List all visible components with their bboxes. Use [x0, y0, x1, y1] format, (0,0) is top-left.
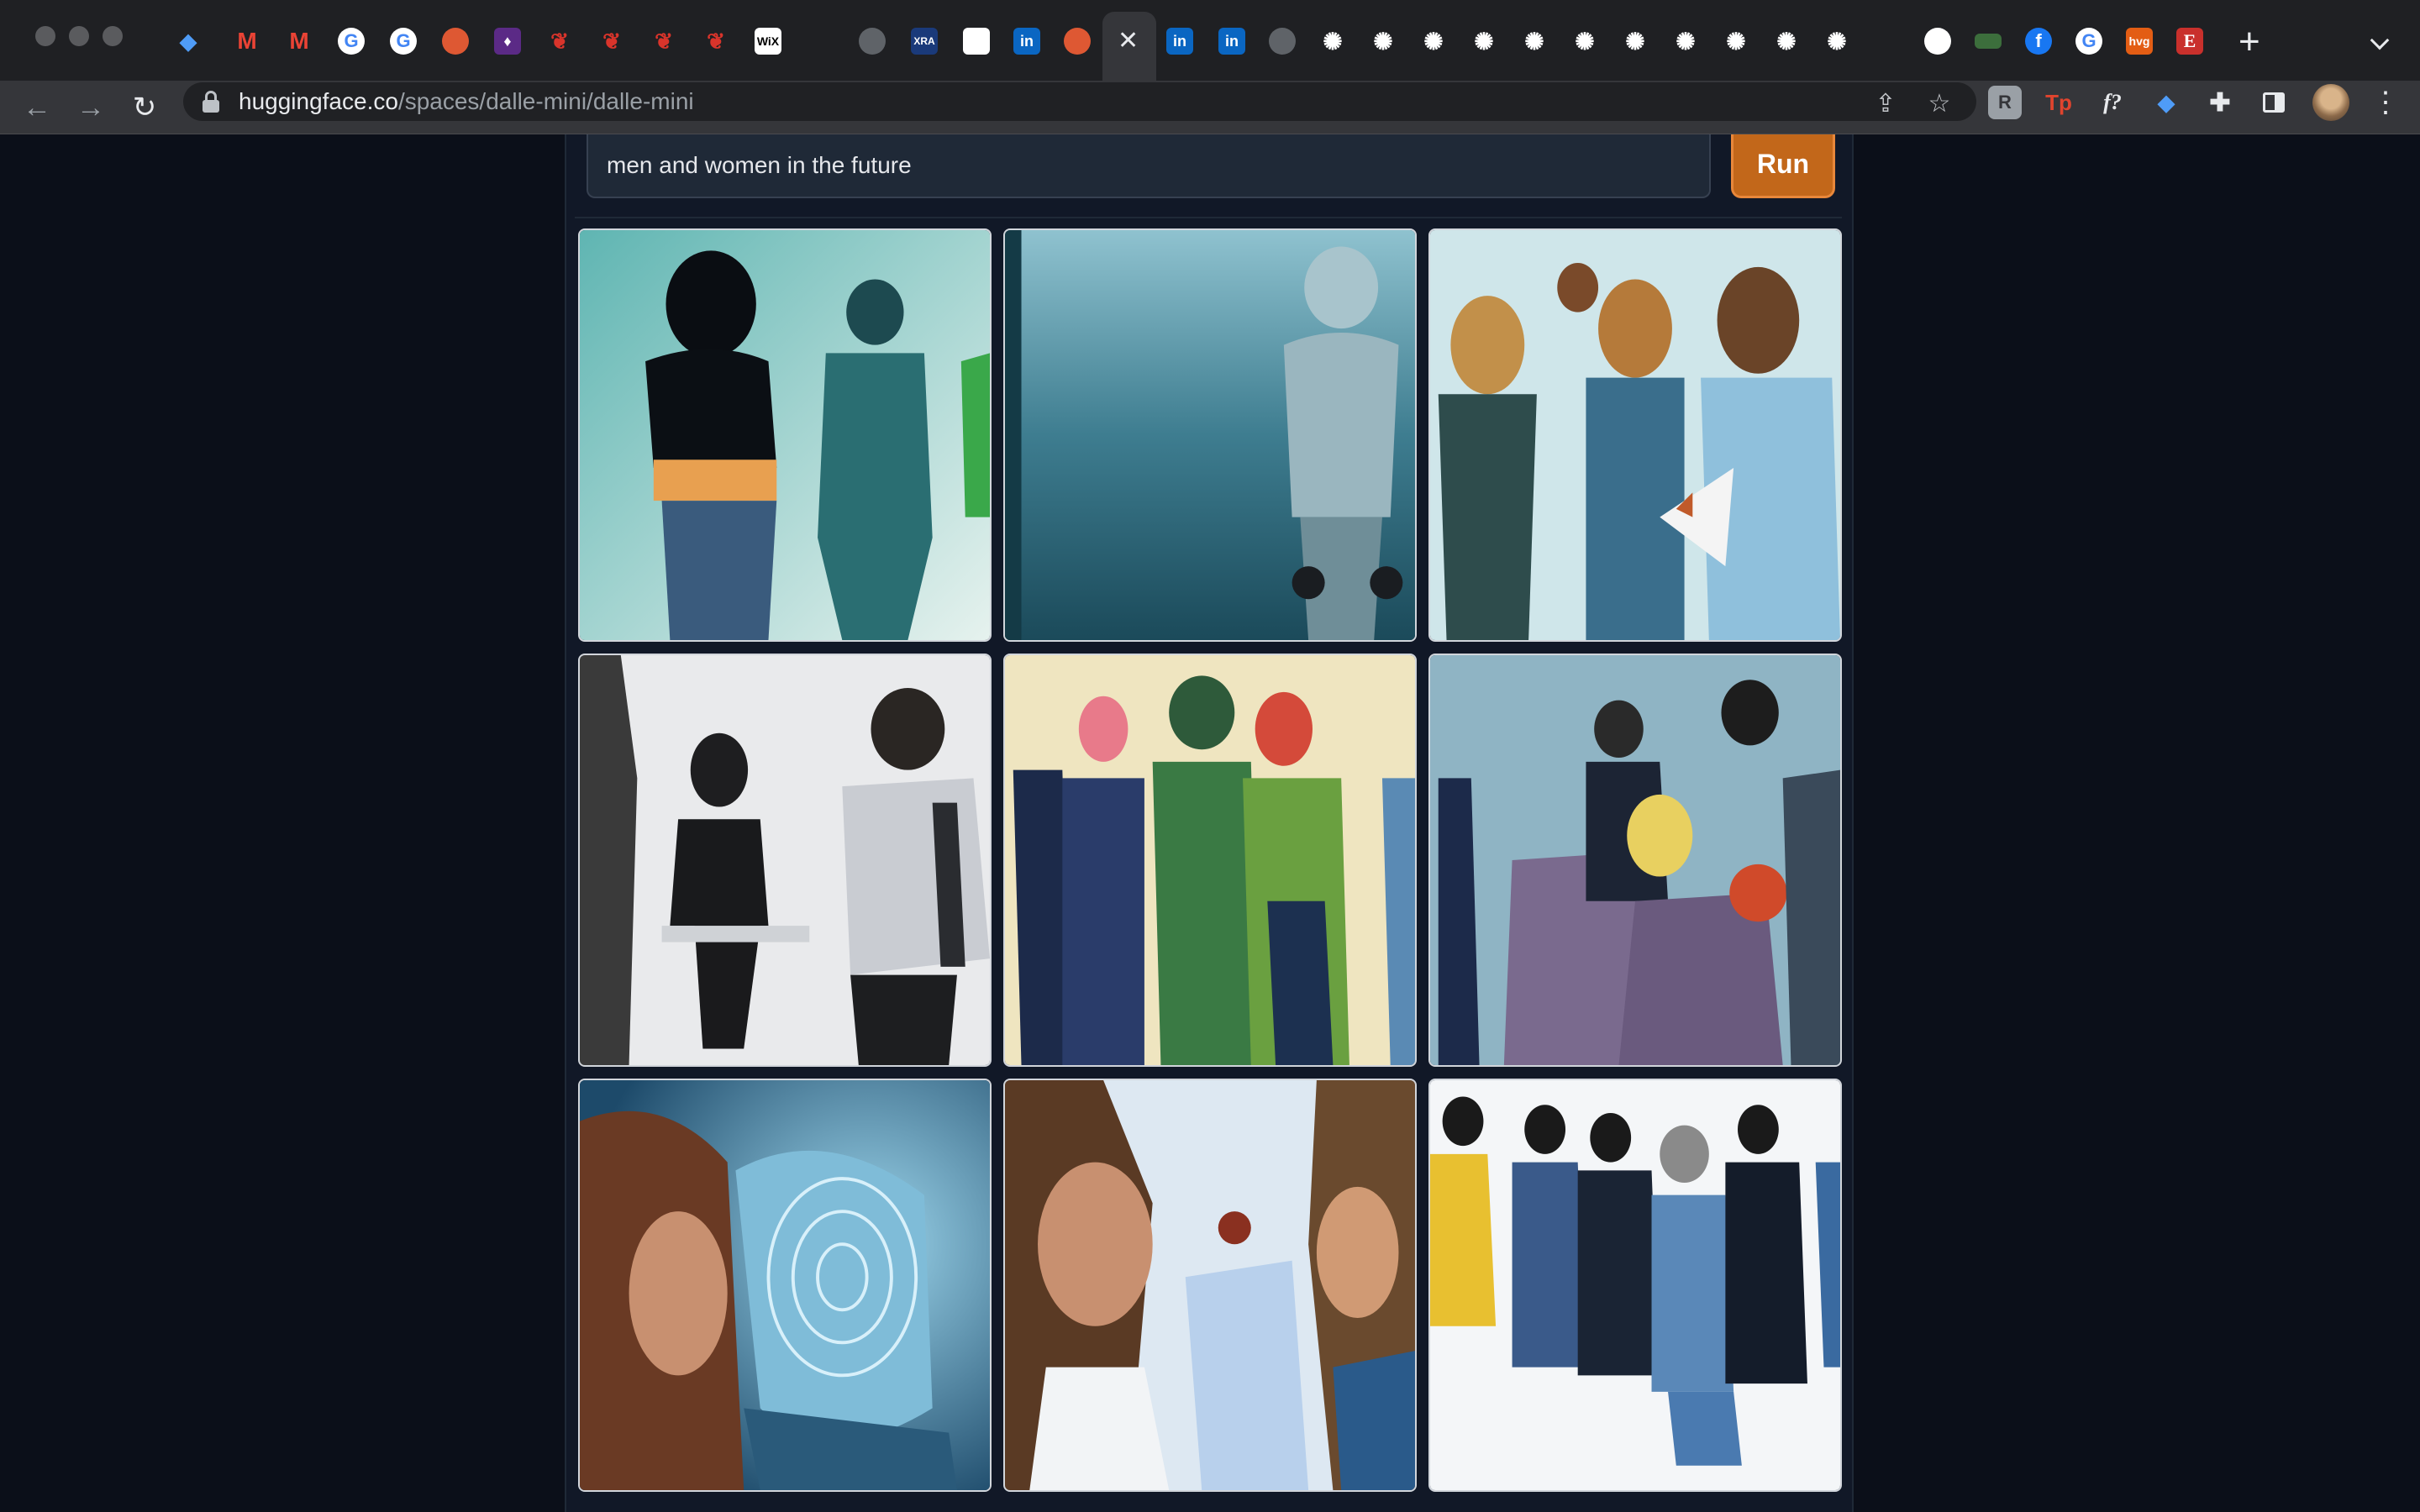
gear-icon[interactable]: ✺ [1773, 28, 1800, 55]
more-menu-icon[interactable]: ⋮ [2371, 84, 2400, 121]
tab-strip: ◆ M M G G ♦ ❦ ❦ ❦ ❦ WiX XRA in ✕ in in ✺… [0, 0, 2420, 81]
globe-icon[interactable] [859, 28, 886, 55]
e-icon[interactable]: E [2176, 28, 2203, 55]
close-icon[interactable]: ✕ [1118, 29, 1139, 54]
generated-image-7[interactable] [578, 1079, 992, 1492]
gem-icon[interactable]: ◆ [175, 28, 202, 55]
close-window-icon[interactable] [35, 26, 55, 46]
minimize-window-icon[interactable] [69, 26, 89, 46]
url-path: /spaces/dalle-mini/dalle-mini [397, 88, 694, 114]
bookmark-star-icon[interactable]: ☆ [1923, 87, 1956, 121]
gear-icon[interactable]: ✺ [1370, 28, 1397, 55]
image-gallery [578, 228, 1842, 1505]
prompt-input[interactable] [587, 134, 1711, 198]
generated-image-4[interactable] [578, 654, 992, 1067]
chevron-down-icon[interactable] [2370, 30, 2390, 50]
gear-icon[interactable]: ✺ [1571, 28, 1598, 55]
back-icon[interactable]: ← [17, 87, 57, 128]
gear-icon[interactable]: ✺ [1420, 28, 1447, 55]
gear-icon[interactable]: ✺ [1723, 28, 1749, 55]
gear-icon[interactable]: ✺ [1823, 28, 1850, 55]
avatar[interactable] [2312, 84, 2349, 121]
gem-extension-icon[interactable]: ◆ [2149, 86, 2183, 119]
globe-icon[interactable] [1269, 28, 1296, 55]
linkedin-icon[interactable]: in [1218, 28, 1245, 55]
red-bird-icon[interactable]: ❦ [650, 28, 677, 55]
google-icon[interactable]: G [338, 28, 365, 55]
url-host: huggingface.co [239, 88, 398, 114]
duckduckgo-icon[interactable] [1064, 28, 1091, 55]
xra-icon[interactable]: XRA [911, 28, 938, 55]
green-badge-icon[interactable] [1975, 34, 2002, 49]
generated-image-9[interactable] [1428, 1079, 1842, 1492]
linkedin-icon[interactable]: in [1013, 28, 1040, 55]
maximize-window-icon[interactable] [103, 26, 123, 46]
generated-image-5[interactable] [1003, 654, 1417, 1067]
reader-extension-icon[interactable]: R [1988, 86, 2022, 119]
gear-icon[interactable]: ✺ [1521, 28, 1548, 55]
facebook-icon[interactable]: f [2025, 28, 2052, 55]
wix-icon[interactable]: WiX [755, 28, 781, 55]
fonts-extension-icon[interactable]: f? [2096, 86, 2129, 119]
google-icon[interactable]: G [2075, 28, 2102, 55]
generated-image-1[interactable] [578, 228, 992, 642]
generated-image-2[interactable] [1003, 228, 1417, 642]
red-bird-icon[interactable]: ❦ [702, 28, 729, 55]
forward-icon[interactable]: → [71, 87, 111, 128]
gear-icon[interactable]: ✺ [1622, 28, 1649, 55]
purple-extension-icon[interactable]: ♦ [494, 28, 521, 55]
generated-image-3[interactable] [1428, 228, 1842, 642]
hvg-icon[interactable]: hvg [2126, 28, 2153, 55]
new-tab-icon[interactable]: + [2238, 24, 2260, 60]
tp-extension-icon[interactable]: Tp [2042, 86, 2075, 119]
gear-icon[interactable]: ✺ [1319, 28, 1346, 55]
gear-icon[interactable]: ✺ [1672, 28, 1699, 55]
duckduckgo-icon[interactable] [442, 28, 469, 55]
generated-image-8[interactable] [1003, 1079, 1417, 1492]
red-bird-icon[interactable]: ❦ [598, 28, 625, 55]
puzzle-icon[interactable]: ✚ [2203, 86, 2237, 119]
linkedin-icon[interactable]: in [1166, 28, 1193, 55]
side-panel-icon[interactable] [2257, 86, 2291, 119]
gmail-icon[interactable]: M [234, 28, 260, 55]
web-page: Run [0, 134, 2420, 1512]
run-button[interactable]: Run [1731, 134, 1835, 198]
share-icon[interactable]: ⇪ [1869, 87, 1902, 121]
lock-icon[interactable] [202, 91, 220, 113]
reload-icon[interactable]: ↻ [124, 87, 165, 128]
github-icon[interactable] [1924, 28, 1951, 55]
address-url[interactable]: huggingface.co/spaces/dalle-mini/dalle-m… [239, 87, 694, 116]
generated-image-6[interactable] [1428, 654, 1842, 1067]
gear-icon[interactable]: ✺ [1470, 28, 1497, 55]
white-square-icon[interactable] [963, 28, 990, 55]
red-bird-icon[interactable]: ❦ [546, 28, 573, 55]
gmail-icon[interactable]: M [286, 28, 313, 55]
google-icon[interactable]: G [390, 28, 417, 55]
